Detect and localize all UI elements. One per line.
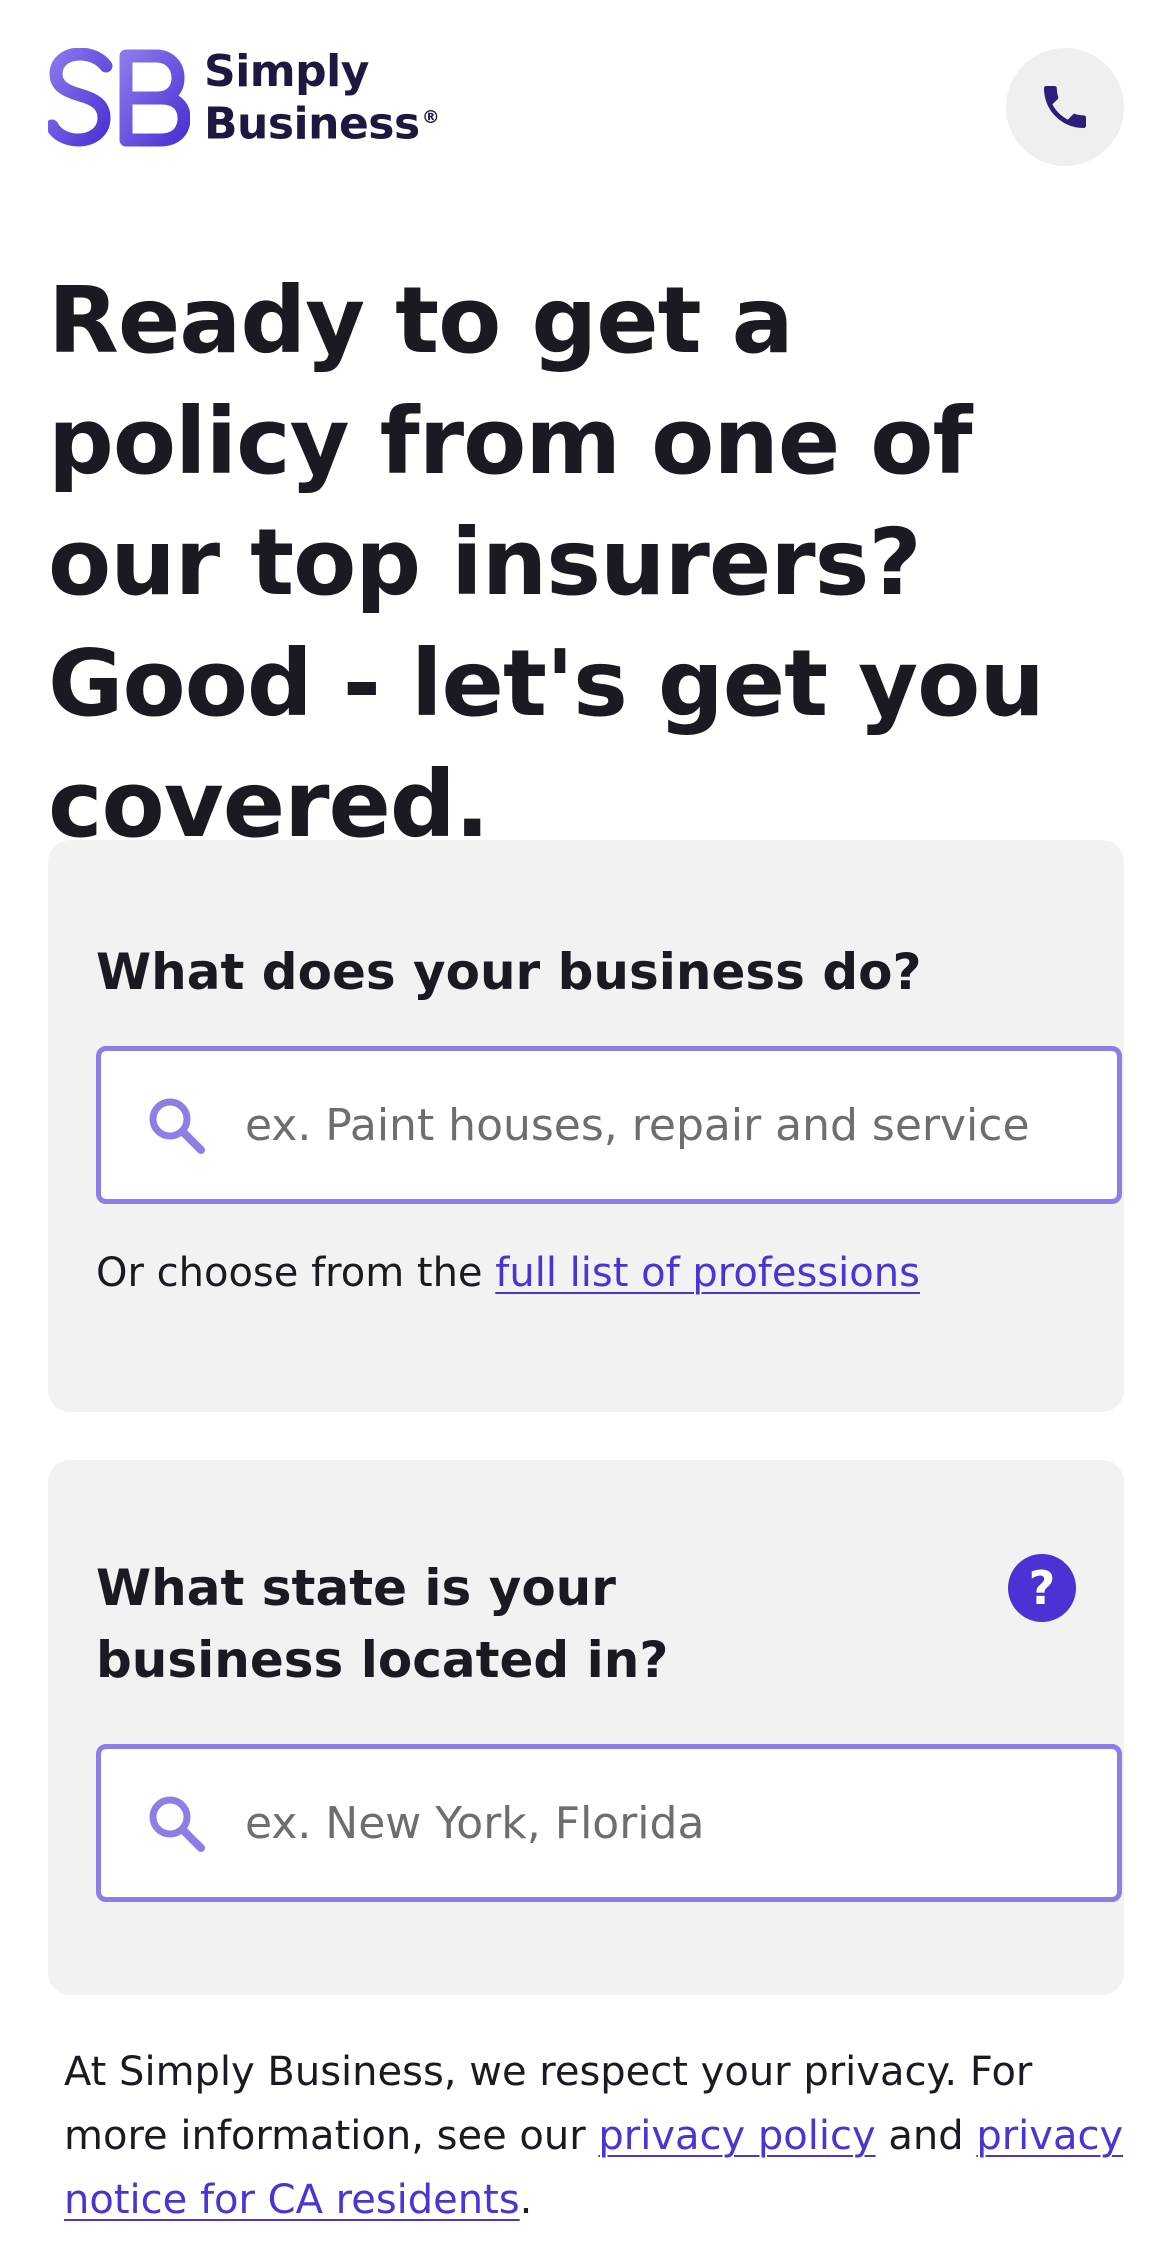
header: Simply Business ® xyxy=(0,0,1170,220)
privacy-text-and: and xyxy=(875,2113,977,2159)
registered-mark: ® xyxy=(421,106,440,128)
brand-line-2: Business ® xyxy=(204,95,440,150)
business-search-input[interactable] xyxy=(243,1098,1067,1152)
full-list-of-professions-link[interactable]: full list of professions xyxy=(495,1250,920,1296)
brand-line-1: Simply xyxy=(204,45,369,97)
phone-button[interactable] xyxy=(1006,48,1124,166)
state-search-field[interactable] xyxy=(96,1744,1122,1902)
brand-line-2-text: Business xyxy=(204,98,420,150)
business-state-label: What state is your business located in? xyxy=(96,1559,669,1689)
privacy-notice: At Simply Business, we respect your priv… xyxy=(64,2040,1124,2232)
business-search-field[interactable] xyxy=(96,1046,1122,1204)
business-type-card: What does your business do? Or choose fr… xyxy=(48,840,1124,1412)
search-icon xyxy=(149,1796,205,1852)
professions-prompt-text: Or choose from the xyxy=(96,1250,496,1296)
professions-prompt: Or choose from the full list of professi… xyxy=(96,1250,920,1296)
simply-business-logo[interactable]: Simply Business ® xyxy=(48,45,440,150)
business-state-card: What state is your business located in? … xyxy=(48,1460,1124,1995)
business-type-label: What does your business do? xyxy=(96,943,922,1001)
page-title: Ready to get a policy from one of our to… xyxy=(48,267,1045,858)
privacy-policy-link[interactable]: privacy policy xyxy=(598,2113,875,2159)
brand-name: Simply Business ® xyxy=(204,45,440,150)
phone-icon xyxy=(1044,86,1086,128)
help-icon[interactable]: ? xyxy=(1008,1554,1076,1622)
state-search-input[interactable] xyxy=(243,1796,1067,1850)
privacy-text-end: . xyxy=(519,2177,533,2223)
search-icon xyxy=(149,1098,205,1154)
sb-logo-mark-icon xyxy=(48,48,190,147)
